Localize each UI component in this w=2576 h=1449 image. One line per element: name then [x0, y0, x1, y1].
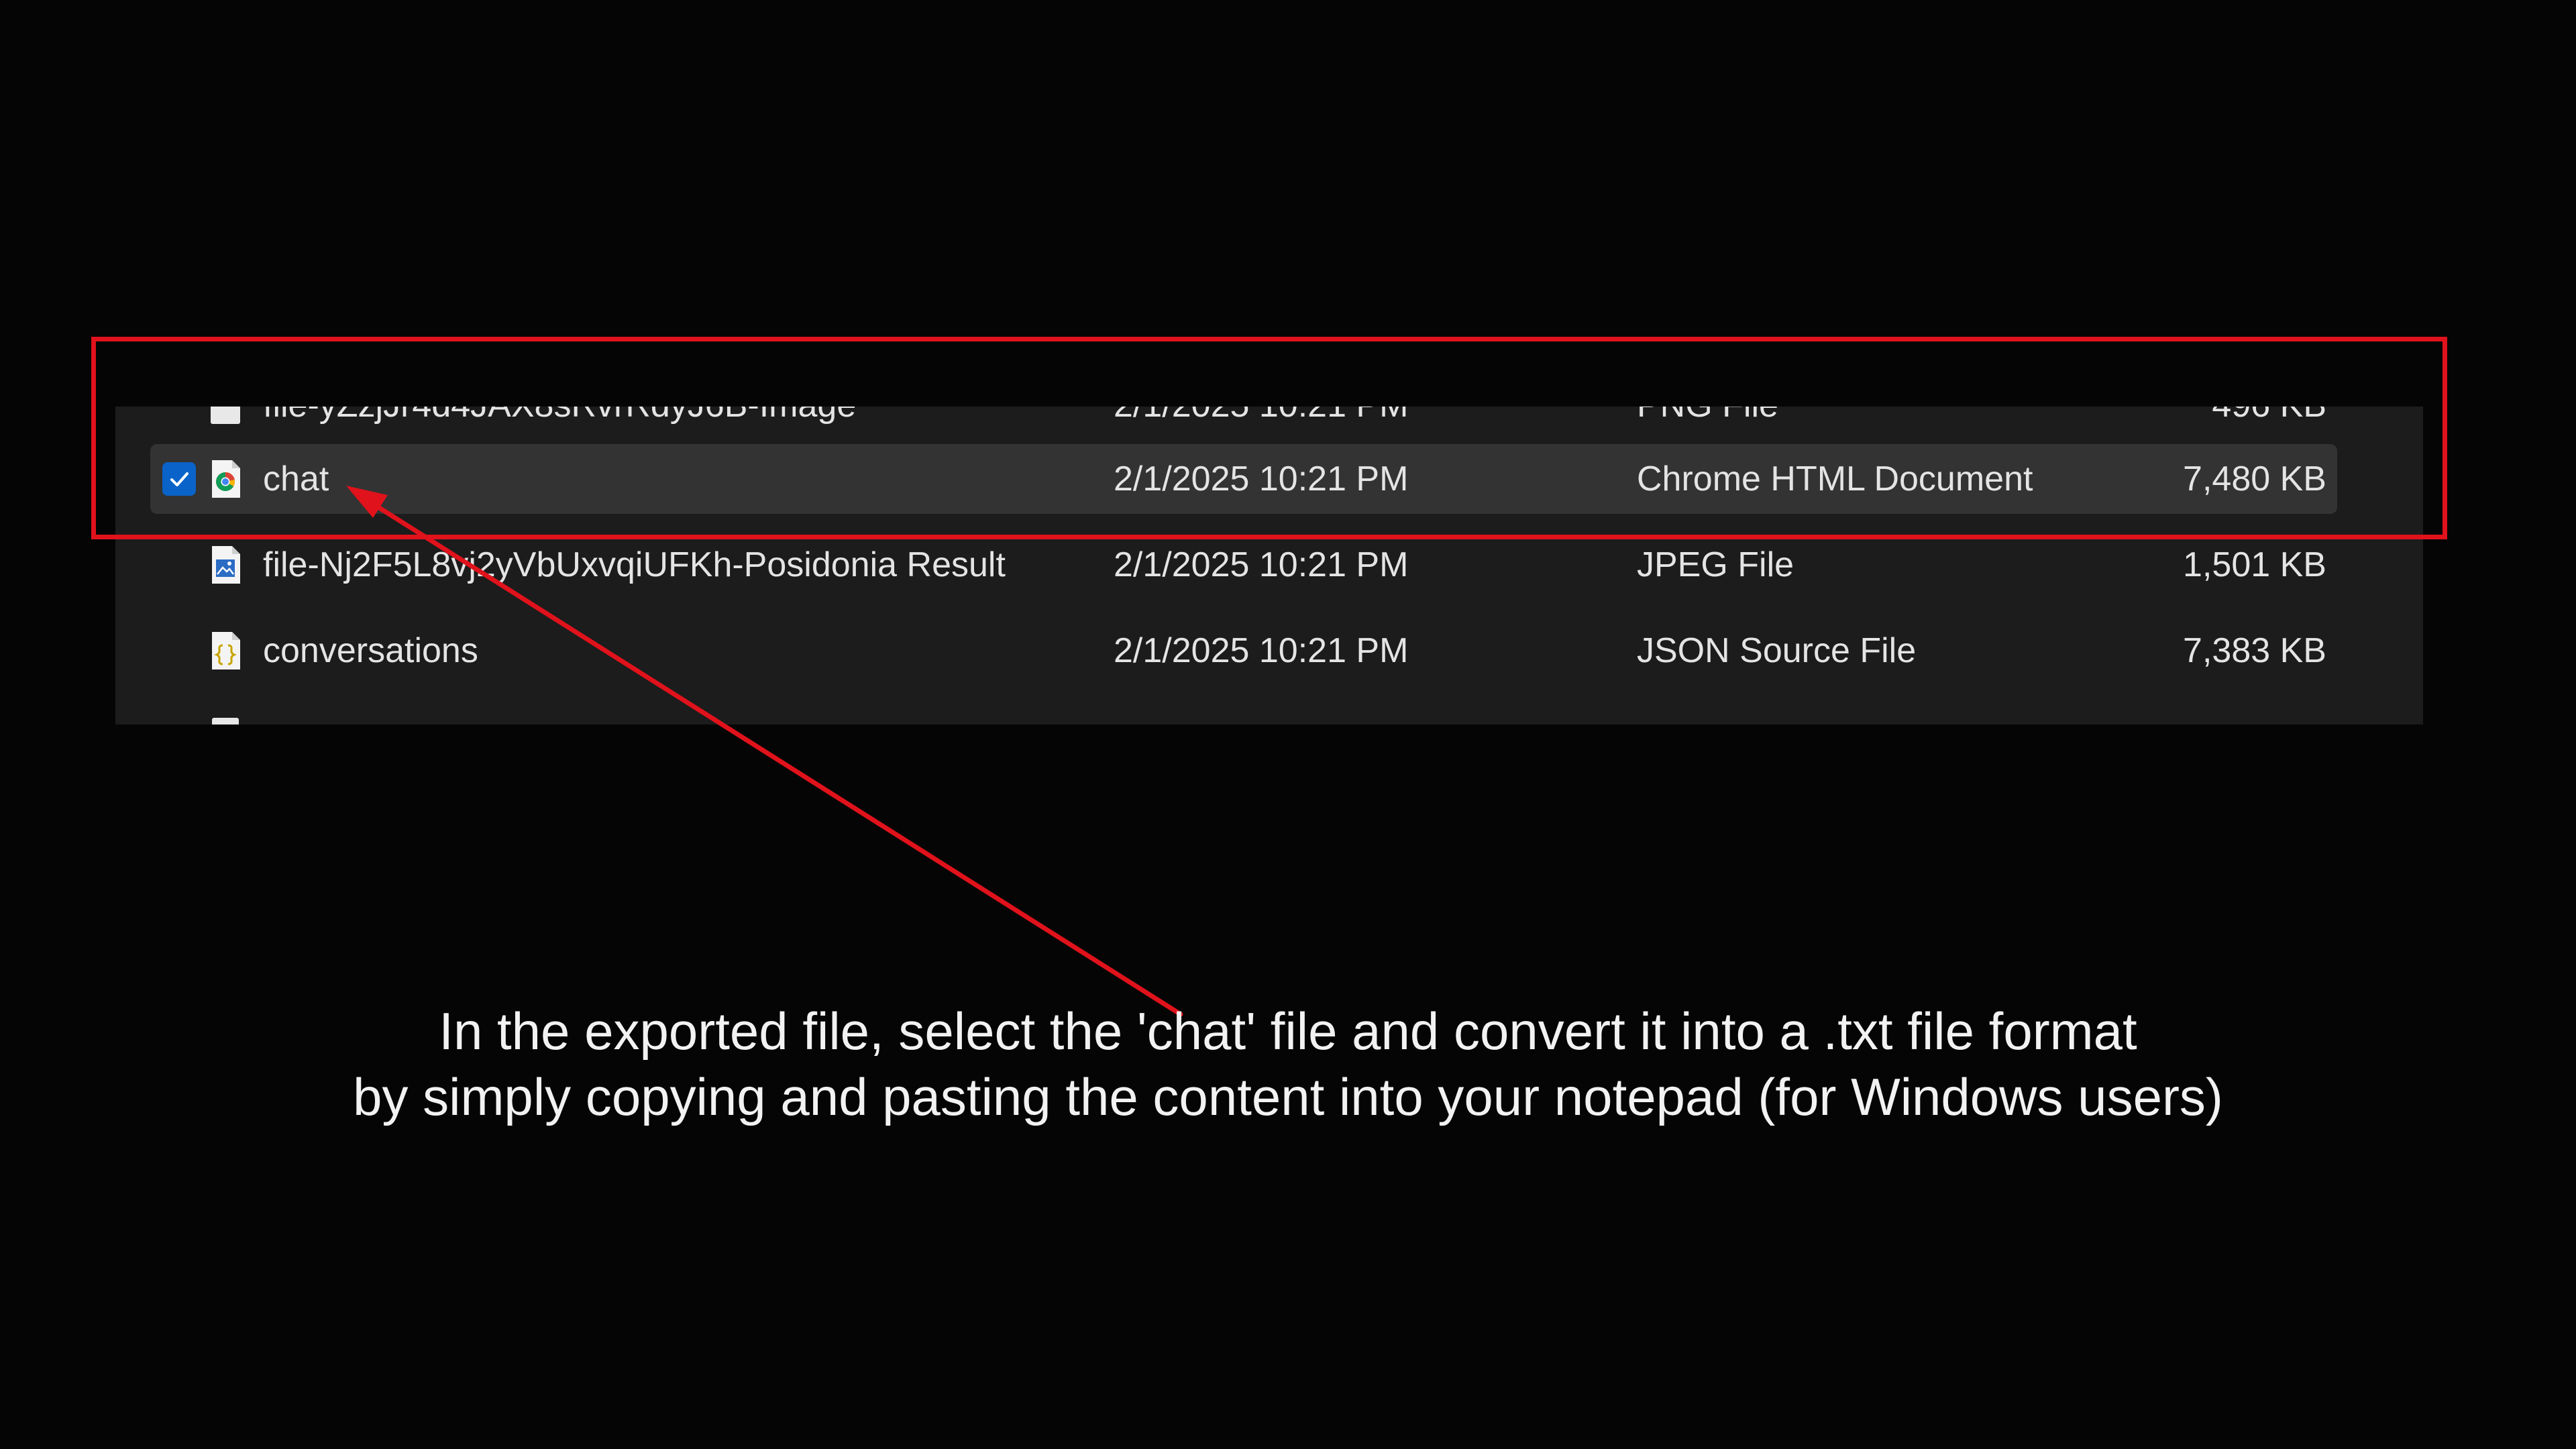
- file-date: 2/1/2025 10:21 PM: [1114, 545, 1409, 584]
- file-date: 2/1/2025 10:21 PM: [1114, 460, 1409, 498]
- file-date: 2/1/2025 10:21 PM: [1114, 631, 1409, 670]
- file-row-jpeg[interactable]: file-Nj2F5L8vj2yVbUxvqiUFKh-Posidonia Re…: [150, 530, 2337, 600]
- file-name: chat: [263, 460, 329, 498]
- caption-line-2: by simply copying and pasting the conten…: [353, 1067, 2223, 1126]
- file-name: file-Nj2F5L8vj2yVbUxvqiUFKh-Posidonia Re…: [263, 545, 1006, 584]
- file-size: 7,383 KB: [2183, 631, 2326, 670]
- file-name: file-yZzjJr4d4JAX8sRvrRdyJ6B-Image: [263, 407, 856, 440]
- file-row-json[interactable]: conversations 2/1/2025 10:21 PM JSON Sou…: [150, 616, 2337, 686]
- file-row-partial[interactable]: [150, 702, 2337, 724]
- file-size: 7,480 KB: [2183, 460, 2326, 498]
- checkmark-icon: [170, 472, 189, 486]
- file-row-chat[interactable]: chat 2/1/2025 10:21 PM Chrome HTML Docum…: [150, 444, 2337, 514]
- row-checkbox[interactable]: [162, 462, 196, 496]
- caption-line-1: In the exported file, select the 'chat' …: [439, 1002, 2137, 1061]
- chrome-html-icon: [209, 459, 241, 499]
- file-type: PNG File: [1637, 407, 1778, 440]
- file-type: JPEG File: [1637, 545, 1794, 584]
- image-file-icon: [209, 407, 241, 425]
- instruction-caption: In the exported file, select the 'chat' …: [0, 998, 2576, 1130]
- file-size: 496 KB: [2212, 407, 2326, 440]
- file-name: conversations: [263, 631, 478, 670]
- file-icon: [209, 716, 241, 724]
- file-row-image[interactable]: file-yZzjJr4d4JAX8sRvrRdyJ6B-Image 2/1/2…: [150, 407, 2337, 440]
- jpeg-file-icon: [209, 545, 241, 585]
- file-list-panel: file-yZzjJr4d4JAX8sRvrRdyJ6B-Image 2/1/2…: [115, 407, 2423, 724]
- file-size: 1,501 KB: [2183, 545, 2326, 584]
- screenshot-stage: file-yZzjJr4d4JAX8sRvrRdyJ6B-Image 2/1/2…: [0, 0, 2576, 1449]
- json-file-icon: [209, 631, 241, 671]
- file-date: 2/1/2025 10:21 PM: [1114, 407, 1408, 440]
- file-type: Chrome HTML Document: [1637, 460, 2033, 498]
- annotation-arrow: [346, 486, 1183, 1017]
- file-type: JSON Source File: [1637, 631, 1917, 670]
